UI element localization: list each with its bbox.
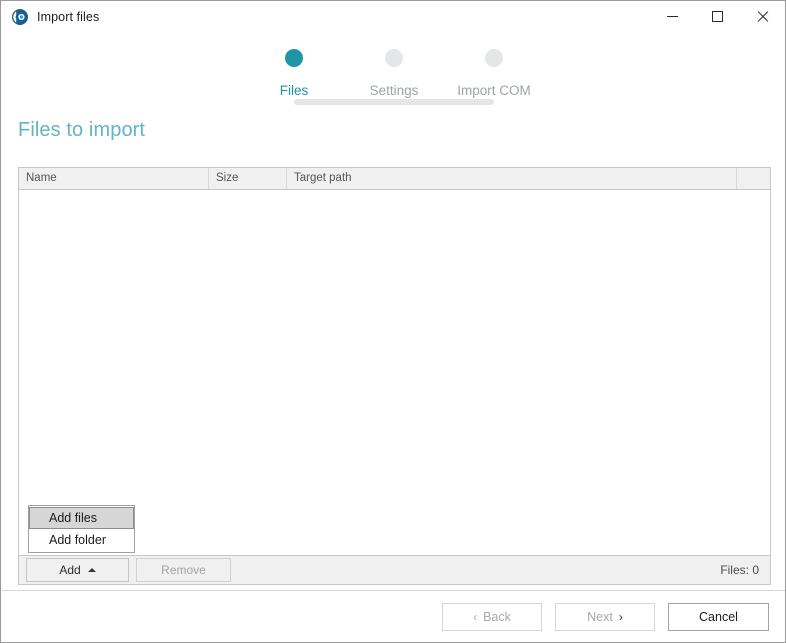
back-button-label: Back (483, 609, 511, 624)
menu-item-add-files[interactable]: Add files (29, 507, 134, 529)
add-dropdown-menu: Add files Add folder (28, 505, 135, 553)
page-title: Files to import (18, 119, 146, 141)
remove-button[interactable]: Remove (136, 558, 231, 582)
chevron-right-icon: › (618, 609, 623, 624)
maximize-icon (712, 11, 723, 22)
column-header-target-path[interactable]: Target path (287, 168, 737, 189)
step-dot-files (285, 49, 303, 67)
stepper-track (294, 99, 494, 105)
menu-item-add-folder[interactable]: Add folder (29, 529, 134, 551)
stepper-step-files[interactable]: Files (239, 45, 349, 98)
close-button[interactable] (740, 1, 785, 32)
next-button-label: Next (587, 609, 613, 624)
caret-up-icon (87, 568, 96, 572)
next-button[interactable]: Next › (555, 602, 655, 631)
remove-button-label: Remove (161, 563, 206, 577)
import-files-window: Import files Files Settings Import COM F… (0, 0, 786, 643)
minimize-icon (667, 16, 678, 17)
column-header-size[interactable]: Size (209, 168, 287, 189)
step-dot-import-com (485, 49, 503, 67)
files-table-body[interactable] (19, 190, 770, 554)
close-icon (756, 10, 769, 23)
add-button-label: Add (59, 563, 81, 577)
step-label-import-com: Import COM (457, 83, 531, 98)
app-logo-icon (12, 8, 28, 25)
stepper-step-import-com[interactable]: Import COM (439, 45, 549, 98)
title-bar: Import files (1, 1, 785, 32)
files-table-header: Name Size Target path (19, 168, 770, 190)
files-toolbar: Add Remove Files: 0 (18, 555, 771, 585)
step-label-settings: Settings (369, 83, 419, 98)
back-button[interactable]: ‹ Back (442, 602, 542, 631)
chevron-left-icon: ‹ (473, 609, 478, 624)
column-header-extra[interactable] (737, 168, 770, 189)
maximize-button[interactable] (695, 1, 740, 32)
files-table: Name Size Target path (18, 167, 771, 555)
step-label-files: Files (279, 83, 309, 98)
cancel-button[interactable]: Cancel (668, 602, 769, 631)
stepper-step-settings[interactable]: Settings (339, 45, 449, 98)
cancel-button-label: Cancel (699, 609, 738, 624)
window-controls (650, 1, 785, 32)
column-header-name[interactable]: Name (19, 168, 209, 189)
footer-actions: ‹ Back Next › Cancel (1, 591, 785, 642)
step-dot-settings (385, 49, 403, 67)
files-count-status: Files: 0 (720, 563, 759, 577)
minimize-button[interactable] (650, 1, 695, 32)
add-button[interactable]: Add (26, 558, 129, 582)
window-title: Import files (37, 9, 100, 24)
wizard-stepper: Files Settings Import COM (1, 45, 785, 105)
